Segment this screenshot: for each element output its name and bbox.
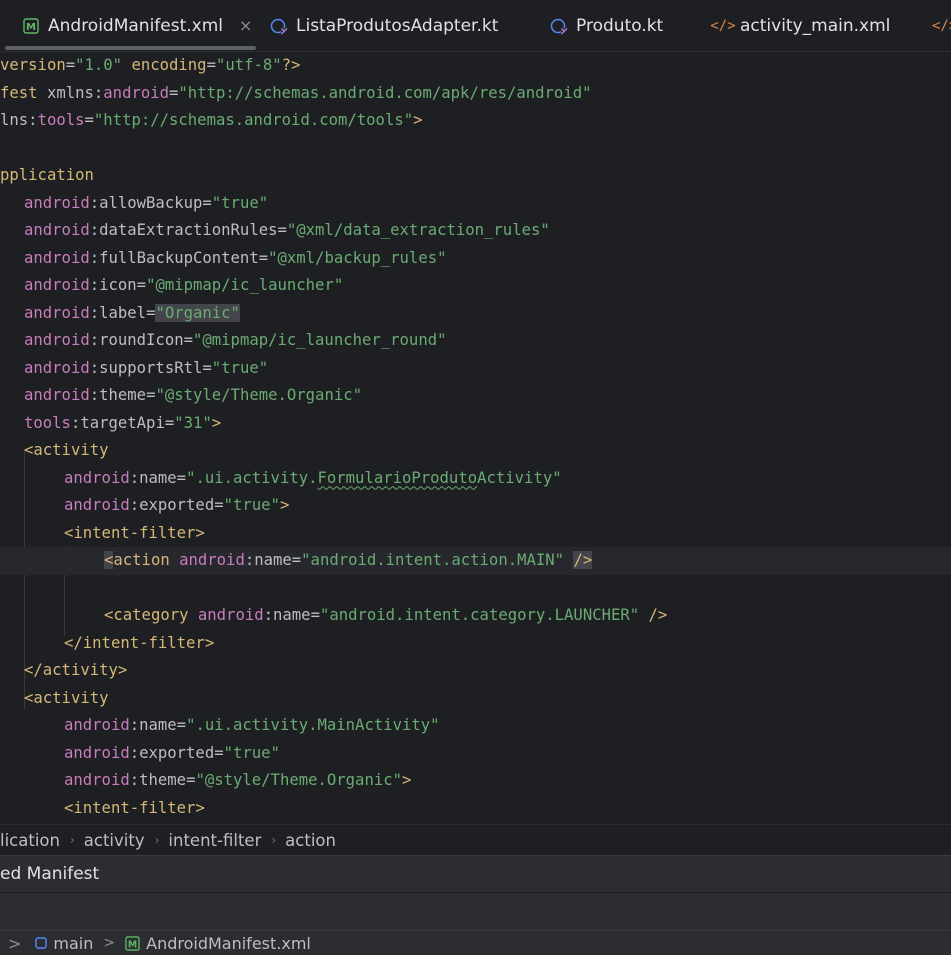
manifest-icon: M [22,17,40,35]
code-editor[interactable]: version="1.0" encoding="utf-8"?> fest xm… [0,52,951,824]
code-line: android:dataExtractionRules="@xml/data_e… [24,221,550,239]
chevron-right-icon: > [103,935,116,951]
code-line: <category android:name="android.intent.c… [104,606,668,624]
code-line: android:theme="@style/Theme.Organic"> [64,771,412,789]
tab-lista-produtos-adapter[interactable]: ListaProdutosAdapter.kt [270,0,498,51]
code-line: android:supportsRtl="true" [24,358,269,377]
code-line: android:fullBackupContent="@xml/backup_r… [24,248,447,267]
tab-label: Produto.kt [576,15,664,36]
kotlin-class-icon [550,17,568,35]
bottom-panel [0,892,951,930]
xml-tag-icon: </> [932,17,951,34]
matched-bracket: < [104,551,114,569]
chevron-right-icon: › [69,833,75,847]
breadcrumb-action[interactable]: action [285,831,336,850]
code-line: android:label="Organic" [24,303,240,322]
code-line-current: <action android:name="android.intent.act… [0,547,951,575]
merged-manifest-label: ed Manifest [0,864,100,884]
module-icon [35,937,48,949]
breadcrumb: lication › activity › intent-filter › ac… [0,824,951,855]
tab-label: AndroidManifest.xml [48,15,224,36]
tab-label: activity_main.xml [740,15,891,36]
code-line: android:allowBackup="true" [24,193,269,212]
code-line: pplication [0,166,94,184]
code-line: android:name=".ui.activity.MainActivity" [64,716,440,734]
nav-item-file[interactable]: AndroidManifest.xml [146,934,311,953]
breadcrumb-application[interactable]: lication [0,831,60,850]
code-line: version="1.0" encoding="utf-8"?> [0,56,301,74]
code-line: tools:targetApi="31"> [24,413,222,432]
merged-manifest-tab[interactable]: ed Manifest [0,855,951,892]
code-line: <activity [24,441,109,459]
svg-text:M: M [26,22,36,33]
tab-produto[interactable]: Produto.kt [550,0,663,51]
kotlin-class-icon [270,17,288,35]
code-line: lns:tools="http://schemas.android.com/to… [0,111,423,129]
nav-item-main[interactable]: main [53,934,93,953]
matched-bracket: /> [573,551,593,569]
editor-tab-bar: M AndroidManifest.xml × ListaProdutosAda… [0,0,951,52]
active-tab-indicator [5,46,256,50]
code-line: <intent-filter> [64,798,205,817]
code-line: android:exported="true"> [64,496,290,514]
xml-tag-icon: </> [710,17,736,34]
tab-overflow[interactable]: </> [932,0,951,51]
code-line: <intent-filter> [64,523,205,542]
typo-warning: FormularioProduto [317,468,478,487]
chevron-right-icon: > [8,933,22,953]
tab-android-manifest[interactable]: M AndroidManifest.xml × [22,0,252,51]
chevron-right-icon: › [271,833,277,847]
navigation-bar: > main > M AndroidManifest.xml [0,930,951,955]
chevron-right-icon: › [154,833,160,847]
code-line: <activity [24,688,109,707]
close-icon[interactable]: × [239,16,252,35]
code-line: android:exported="true" [64,743,280,762]
tab-label: ListaProdutosAdapter.kt [296,15,499,36]
svg-text:M: M [128,939,137,950]
breadcrumb-activity[interactable]: activity [84,831,145,850]
code-line: </intent-filter> [64,633,215,652]
folded-string-value: "Organic" [155,303,240,322]
code-line: android:roundIcon="@mipmap/ic_launcher_r… [24,331,447,349]
manifest-icon: M [125,935,140,951]
breadcrumb-intent-filter[interactable]: intent-filter [168,831,261,850]
code-line: </activity> [24,661,128,679]
code-line: android:theme="@style/Theme.Organic" [24,386,362,404]
code-line: android:icon="@mipmap/ic_launcher" [24,276,344,294]
tab-activity-main[interactable]: </> activity_main.xml [710,0,891,51]
code-line: fest xmlns:android="http://schemas.andro… [0,83,592,102]
code-line: android:name=".ui.activity.FormularioPro… [64,468,562,487]
